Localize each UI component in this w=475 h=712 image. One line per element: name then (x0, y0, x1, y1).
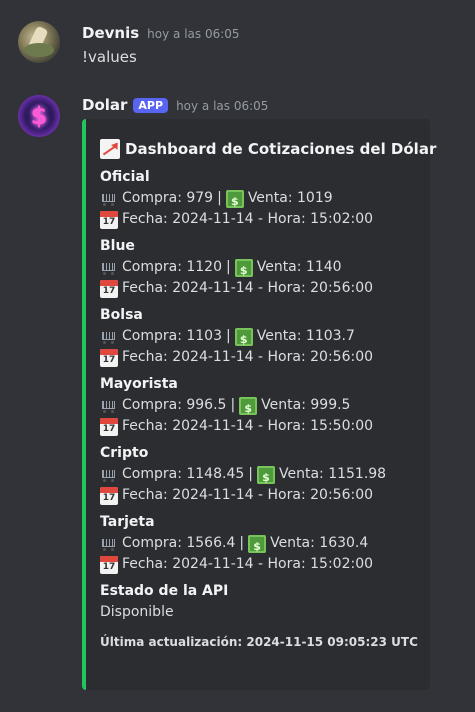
date-line: Fecha: 2024-11-14 - Hora: 20:56:00 (100, 347, 422, 368)
calendar-icon (100, 210, 118, 229)
venta-value: Venta: 1630.4 (270, 535, 369, 551)
dollar-banknote-icon (256, 465, 275, 488)
fecha-value: Fecha: 2024-11-14 - Hora: 15:50:00 (122, 418, 374, 434)
embed-fields: OficialCompra: 979|Venta: 1019Fecha: 202… (100, 167, 422, 575)
field-blue: Blue Compra: 1120| Venta: 1140 Fecha: 2024-… (100, 236, 422, 299)
field-name: Bolsa (100, 307, 143, 323)
separator: | (226, 328, 231, 344)
avatar[interactable] (18, 21, 60, 63)
price-line: Compra: 1148.45| Venta: 1151.98 (100, 464, 422, 488)
field-name: Cripto (100, 445, 149, 461)
field-bolsa: Bolsa Compra: 1103| Venta: 1103.7 Fecha: 20… (100, 305, 422, 368)
fecha-value: Fecha: 2024-11-14 - Hora: 15:02:00 (122, 211, 374, 227)
separator: | (239, 535, 245, 551)
fecha-value: Fecha: 2024-11-14 - Hora: 20:56:00 (122, 280, 374, 296)
dollar-banknote-icon (248, 534, 267, 557)
fecha-value: Fecha: 2024-11-14 - Hora: 20:56:00 (122, 487, 374, 503)
shopping-cart-icon (100, 397, 118, 415)
compra-value: Compra: 1566.4 (122, 535, 236, 551)
message-header: Dolar APP hoy a las 06:05 (82, 96, 268, 114)
field-mayorista: Mayorista Compra: 996.5| Venta: 999.5 Fecha… (100, 374, 422, 437)
separator: | (230, 397, 236, 413)
price-line: Compra: 996.5| Venta: 999.5 (100, 395, 422, 419)
shopping-cart-icon (100, 535, 118, 553)
field-value: Disponible (100, 604, 174, 620)
calendar-icon (100, 486, 118, 505)
shopping-cart-icon (100, 328, 118, 346)
shopping-cart-icon (100, 466, 118, 484)
chart-increasing-icon (100, 139, 120, 159)
venta-value: Venta: 1140 (256, 259, 342, 275)
price-line: Compra: 1120| Venta: 1140 (100, 257, 422, 281)
dollar-icon: $ (30, 102, 48, 130)
calendar-icon (100, 279, 118, 298)
embed: Dashboard de Cotizaciones del Dólar Ofic… (82, 119, 436, 690)
compra-value: Compra: 996.5 (122, 397, 227, 413)
embed-footer: Última actualización: 2024-11-15 09:05:2… (100, 635, 418, 649)
compra-value: Compra: 1120 (122, 259, 222, 275)
username[interactable]: Dolar (82, 96, 127, 114)
date-line: Fecha: 2024-11-14 - Hora: 20:56:00 (100, 485, 422, 506)
fecha-value: Fecha: 2024-11-14 - Hora: 20:56:00 (122, 349, 374, 365)
date-line: Fecha: 2024-11-14 - Hora: 15:50:00 (100, 416, 422, 437)
embed-title: Dashboard de Cotizaciones del Dólar (100, 137, 436, 161)
message-content: !values (82, 48, 137, 66)
price-line: Compra: 979| Venta: 1019 (100, 188, 422, 212)
dollar-banknote-icon (234, 327, 253, 350)
field-name: Mayorista (100, 376, 178, 392)
app-badge: APP (133, 98, 169, 113)
field-tarjeta: Tarjeta Compra: 1566.4| Venta: 1630.4 Fecha… (100, 512, 422, 575)
compra-value: Compra: 1148.45 (122, 466, 245, 482)
message-header: Devnis hoy a las 06:05 (82, 24, 240, 42)
timestamp: hoy a las 06:05 (176, 99, 269, 113)
date-line: Fecha: 2024-11-14 - Hora: 20:56:00 (100, 278, 422, 299)
field-oficial: Oficial Compra: 979| Venta: 1019 Fecha: 202… (100, 167, 422, 230)
field-status: Estado de la API Disponible (100, 581, 422, 623)
field-name: Oficial (100, 169, 150, 185)
venta-value: Venta: 1019 (247, 190, 333, 206)
field-cripto: Cripto Compra: 1148.45| Venta: 1151.98 Fech… (100, 443, 422, 506)
timestamp: hoy a las 06:05 (147, 27, 240, 41)
calendar-icon (100, 555, 118, 574)
field-name: Tarjeta (100, 514, 155, 530)
field-name: Estado de la API (100, 583, 229, 599)
venta-value: Venta: 1103.7 (256, 328, 355, 344)
separator: | (226, 259, 231, 275)
username[interactable]: Devnis (82, 24, 139, 42)
dollar-banknote-icon (234, 258, 253, 281)
embed-body: Dashboard de Cotizaciones del Dólar Ofic… (100, 137, 436, 651)
fecha-value: Fecha: 2024-11-14 - Hora: 15:02:00 (122, 556, 374, 572)
date-line: Fecha: 2024-11-14 - Hora: 15:02:00 (100, 554, 422, 575)
dollar-banknote-icon (239, 396, 258, 419)
avatar[interactable]: $ (18, 95, 60, 137)
separator: | (217, 190, 222, 206)
compra-value: Compra: 979 (122, 190, 214, 206)
shopping-cart-icon (100, 190, 118, 208)
separator: | (248, 466, 253, 482)
dollar-banknote-icon (225, 189, 244, 212)
date-line: Fecha: 2024-11-14 - Hora: 15:02:00 (100, 209, 422, 230)
calendar-icon (100, 417, 118, 436)
embed-title-text: Dashboard de Cotizaciones del Dólar (125, 140, 437, 158)
price-line: Compra: 1566.4| Venta: 1630.4 (100, 533, 422, 557)
venta-value: Venta: 1151.98 (278, 466, 387, 482)
price-line: Compra: 1103| Venta: 1103.7 (100, 326, 422, 350)
shopping-cart-icon (100, 259, 118, 277)
field-name: Blue (100, 238, 135, 254)
compra-value: Compra: 1103 (122, 328, 222, 344)
calendar-icon (100, 348, 118, 367)
venta-value: Venta: 999.5 (261, 397, 351, 413)
